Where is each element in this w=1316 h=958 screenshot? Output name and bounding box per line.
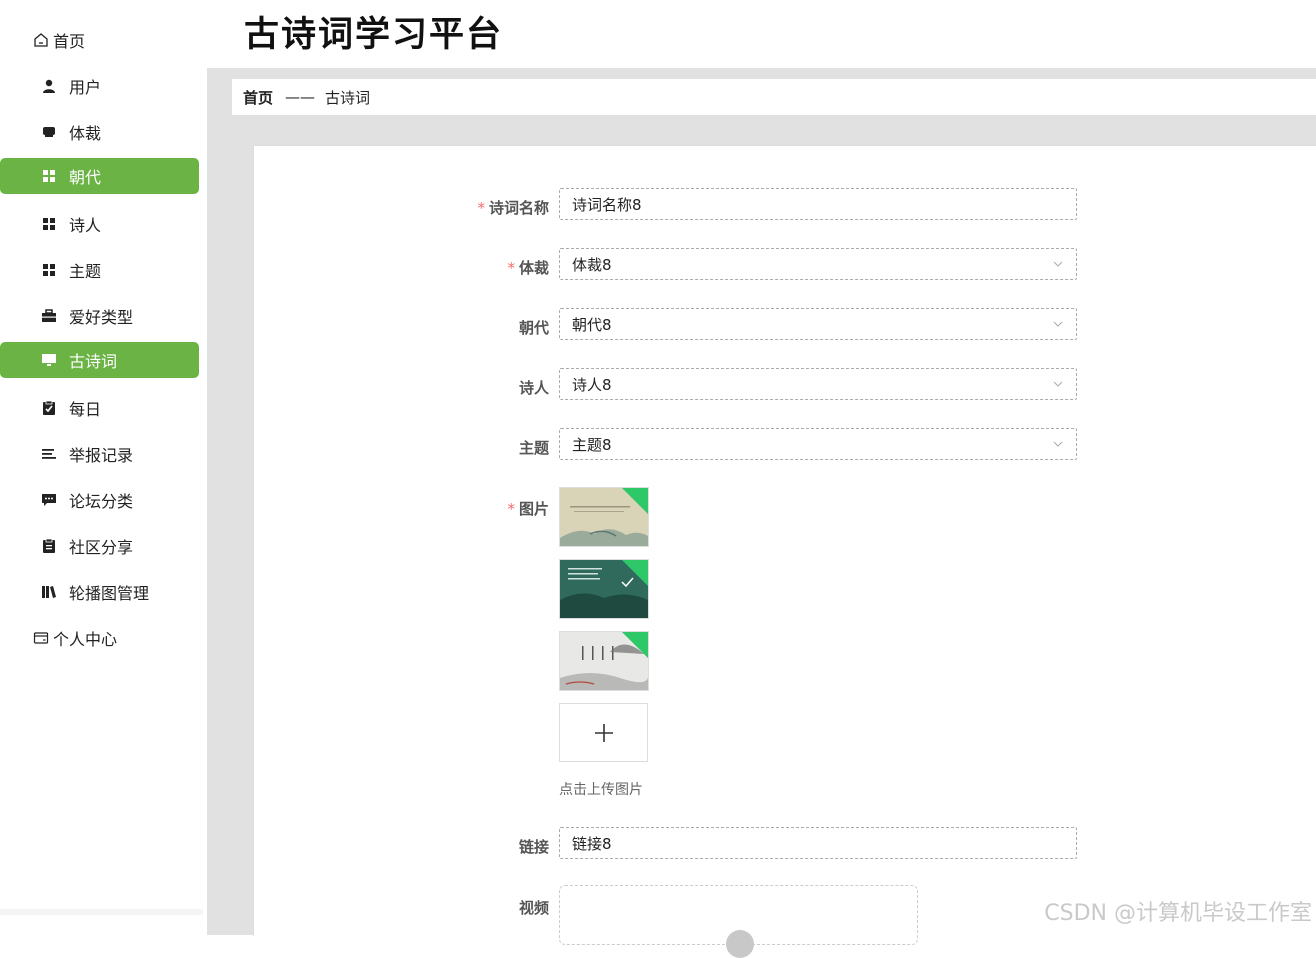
sidebar-item-label: 主题 <box>69 262 102 281</box>
sidebar-item-label: 体裁 <box>69 124 102 143</box>
required-mark: * <box>477 199 485 217</box>
briefcase-icon <box>40 307 58 325</box>
clipboard-check-icon <box>40 399 58 417</box>
home-icon <box>32 31 50 49</box>
watermark: CSDN @计算机毕设工作室 <box>1044 901 1312 926</box>
theme-select[interactable]: 主题8 <box>559 428 1077 460</box>
sidebar-item-genre[interactable]: 体裁 <box>0 114 199 150</box>
sidebar-item-forum-category[interactable]: 论坛分类 <box>0 482 199 518</box>
form-label-video: 视频 <box>518 899 549 917</box>
chevron-down-icon <box>1053 321 1063 327</box>
link-input[interactable]: 链接8 <box>559 827 1077 859</box>
upload-icon <box>726 930 754 958</box>
sidebar-item-carousel-management[interactable]: 轮播图管理 <box>0 574 199 610</box>
dynasty-select-value: 朝代8 <box>572 315 612 334</box>
chevron-down-icon <box>1053 261 1063 267</box>
grid-icon <box>40 261 58 279</box>
upload-success-badge <box>621 632 648 659</box>
sidebar-item-dynasty[interactable]: 朝代 <box>0 158 199 194</box>
sidebar-item-label: 用户 <box>69 78 102 97</box>
genre-select[interactable]: 体裁8 <box>559 248 1077 280</box>
dynasty-select[interactable]: 朝代8 <box>559 308 1077 340</box>
header: 古诗词学习平台 <box>207 0 1316 68</box>
poet-select[interactable]: 诗人8 <box>559 368 1077 400</box>
form-label-genre: * 体裁 <box>507 259 549 277</box>
sidebar-item-label: 爱好类型 <box>69 308 134 327</box>
sidebar-item-poet[interactable]: 诗人 <box>0 206 199 242</box>
upload-success-badge <box>621 560 648 587</box>
sidebar-item-label: 古诗词 <box>69 352 118 371</box>
chevron-down-icon <box>1053 381 1063 387</box>
sidebar-item-report-record[interactable]: 举报记录 <box>0 436 199 472</box>
sidebar-item-home[interactable]: 首页 <box>0 22 199 58</box>
form-label-theme: 主题 <box>518 439 549 457</box>
required-mark: * <box>507 500 515 518</box>
breadcrumb-current: 古诗词 <box>325 88 371 107</box>
sidebar-item-daily[interactable]: 每日 <box>0 390 199 426</box>
sidebar-item-community-share[interactable]: 社区分享 <box>0 528 199 564</box>
video-upload-area[interactable] <box>559 885 918 958</box>
required-mark: * <box>507 259 515 277</box>
form-label-poet: 诗人 <box>518 379 549 397</box>
upload-hint: 点击上传图片 <box>559 782 643 798</box>
library-icon <box>40 583 58 601</box>
poet-select-value: 诗人8 <box>572 375 612 394</box>
grid-icon <box>40 215 58 233</box>
sidebar-item-label: 论坛分类 <box>69 492 134 511</box>
upload-success-badge <box>621 488 648 515</box>
sidebar-item-user[interactable]: 用户 <box>0 68 199 104</box>
name-input[interactable]: 诗词名称8 <box>559 188 1077 220</box>
form-label-name: * 诗词名称 <box>477 199 549 217</box>
sidebar-item-poetry[interactable]: 古诗词 <box>0 342 199 378</box>
form-label-dynasty: 朝代 <box>518 319 549 337</box>
plus-icon <box>594 723 613 742</box>
breadcrumb: 首页 —— 古诗词 <box>232 79 1316 115</box>
desktop-icon <box>40 351 58 369</box>
grid-icon <box>40 167 58 185</box>
list-icon <box>40 445 58 463</box>
sidebar-item-label: 个人中心 <box>53 630 118 649</box>
sidebar-item-label: 每日 <box>69 400 102 419</box>
form-label-images: * 图片 <box>507 500 549 518</box>
sidebar-item-label: 举报记录 <box>69 446 134 465</box>
upload-image-button[interactable] <box>559 703 648 762</box>
breadcrumb-separator: —— <box>285 88 316 106</box>
form-card: * 诗词名称 诗词名称8 * 体裁 体裁8 朝代 朝代8 诗人 诗人8 主题 主题8… <box>253 145 1316 958</box>
breadcrumb-home[interactable]: 首页 <box>243 87 273 108</box>
sidebar-divider <box>0 909 203 915</box>
form-label-link: 链接 <box>518 838 549 856</box>
uploaded-image-thumbnail[interactable] <box>559 559 649 619</box>
uploaded-image-thumbnail[interactable] <box>559 487 649 547</box>
sidebar-item-label: 首页 <box>53 32 86 51</box>
sidebar-item-personal-center[interactable]: 个人中心 <box>0 620 199 656</box>
clipboard-icon <box>40 537 58 555</box>
sidebar: 首页 用户 体裁 朝代 诗人 主题 爱好类型 古诗词 每日 举报记录 论坛分类 … <box>0 0 207 935</box>
sidebar-item-label: 轮播图管理 <box>69 584 150 603</box>
user-icon <box>40 77 58 95</box>
sidebar-item-theme[interactable]: 主题 <box>0 252 199 288</box>
sidebar-item-hobby-type[interactable]: 爱好类型 <box>0 298 199 334</box>
genre-select-value: 体裁8 <box>572 255 612 274</box>
sidebar-item-label: 朝代 <box>69 168 102 187</box>
chevron-down-icon <box>1053 441 1063 447</box>
wallet-icon <box>32 629 50 647</box>
uploaded-image-thumbnail[interactable] <box>559 631 649 691</box>
monitor-icon <box>40 123 58 141</box>
app-title: 古诗词学习平台 <box>244 15 504 55</box>
sidebar-item-label: 社区分享 <box>69 538 134 557</box>
sidebar-item-label: 诗人 <box>69 216 102 235</box>
chat-icon <box>40 491 58 509</box>
theme-select-value: 主题8 <box>572 435 612 454</box>
